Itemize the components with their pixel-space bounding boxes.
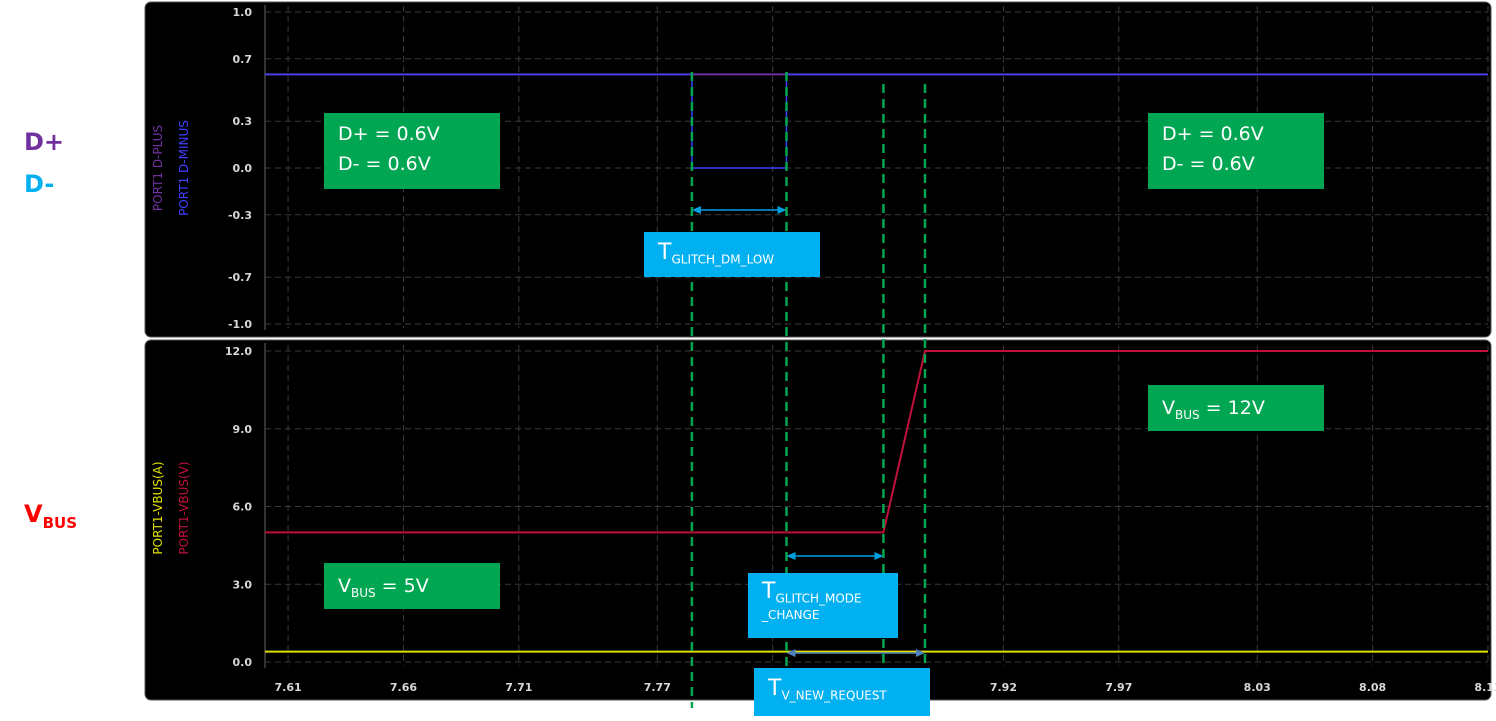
vbus-5v-value: = 5V: [375, 575, 429, 597]
t-glitch-mode-sub2: _CHANGE: [762, 607, 820, 622]
t-glitch-dm-low-main: T: [658, 240, 672, 265]
y-tick-label: -0.7: [228, 271, 252, 284]
y-tick-label: 0.7: [233, 53, 253, 66]
dminus-label: D-: [24, 170, 55, 198]
x-tick-label: 8.13: [1474, 681, 1496, 694]
y-tick-label: 1.0: [233, 6, 253, 19]
y-tick-label: 0.0: [233, 656, 253, 669]
dp-right-text: D+ = 0.6V: [1162, 123, 1264, 145]
y-tick-label: 9.0: [233, 423, 253, 436]
y-tick-label: 6.0: [233, 501, 253, 514]
dm-left-text: D- = 0.6V: [338, 153, 431, 175]
t-v-new-main: T: [768, 676, 782, 701]
vbus-5v-sub: BUS: [351, 585, 376, 600]
t-glitch-mode-main: T: [762, 579, 776, 604]
dp-dm-right-box: D+ = 0.6V D- = 0.6V: [1148, 113, 1324, 189]
series-name-dplus: PORT1 D-PLUS: [151, 125, 165, 211]
t-v-new-sub: V_NEW_REQUEST: [781, 688, 887, 703]
x-tick-label: 7.61: [275, 681, 302, 694]
y-tick-label: -1.0: [228, 318, 252, 331]
vbus-12v-value: = 12V: [1199, 397, 1265, 419]
x-tick-label: 8.03: [1244, 681, 1271, 694]
t-glitch-dm-low-box: TGLITCH_DM_LOW: [644, 232, 820, 277]
y-tick-label: 0.3: [233, 115, 253, 128]
x-tick-label: 7.77: [644, 681, 671, 694]
vbus-12v-sub: BUS: [1175, 407, 1200, 422]
dm-right-text: D- = 0.6V: [1162, 153, 1255, 175]
y-tick-label: 0.0: [233, 162, 253, 175]
x-tick-label: 7.66: [390, 681, 417, 694]
t-v-new-request-box: TV_NEW_REQUEST: [754, 668, 930, 716]
dp-left-text: D+ = 0.6V: [338, 123, 440, 145]
series-name-vbus-v: PORT1-VBUS(V): [177, 461, 191, 554]
y-tick-label: 3.0: [233, 578, 253, 591]
vbus-12v-box: VBUS = 12V: [1148, 385, 1324, 431]
vbus-5v-box: VBUS = 5V: [324, 563, 500, 609]
series-name-vbus-a: PORT1-VBUS(A): [151, 461, 165, 554]
vbus-label: VBUS: [24, 500, 77, 532]
series-name-dminus: PORT1 D-MINUS: [177, 120, 191, 216]
t-glitch-dm-low-sub: GLITCH_DM_LOW: [671, 252, 775, 267]
x-tick-label: 8.08: [1359, 681, 1386, 694]
y-tick-label: -0.3: [228, 209, 252, 222]
x-tick-label: 7.92: [990, 681, 1017, 694]
y-tick-label: 12.0: [225, 345, 252, 358]
x-tick-label: 7.97: [1105, 681, 1132, 694]
vbus-label-main: V: [24, 500, 43, 528]
x-tick-label: 7.71: [505, 681, 532, 694]
dp-dm-left-box: D+ = 0.6V D- = 0.6V: [324, 113, 500, 189]
vbus-5v-main: V: [338, 575, 351, 597]
t-glitch-mode-sub: GLITCH_MODE: [775, 591, 862, 606]
dplus-label: D+: [24, 128, 65, 156]
vbus-label-sub: BUS: [42, 513, 77, 532]
t-glitch-mode-change-box: TGLITCH_MODE _CHANGE: [748, 573, 898, 638]
vbus-12v-main: V: [1162, 397, 1175, 419]
